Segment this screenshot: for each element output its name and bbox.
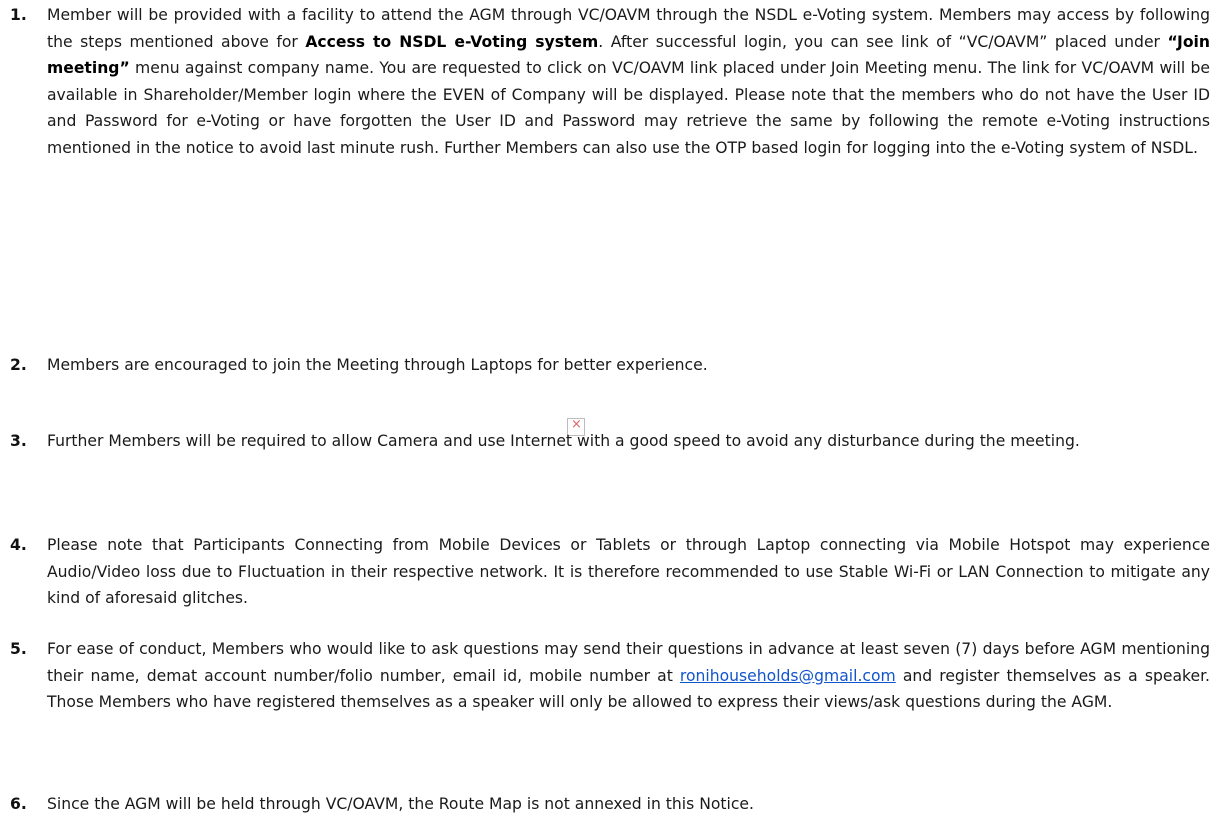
list-number: 2. xyxy=(10,356,27,374)
list-item-text: Please note that Participants Connecting… xyxy=(47,536,1210,607)
bold-access-nsdl: Access to NSDL e-Voting system xyxy=(305,32,599,51)
list-item-text: Since the AGM will be held through VC/OA… xyxy=(47,795,754,813)
list-number: 5. xyxy=(10,640,27,658)
list-number: 4. xyxy=(10,536,27,554)
list-number: 3. xyxy=(10,432,27,450)
list-item-2: 2. Members are encouraged to join the Me… xyxy=(10,352,1210,379)
list-number: 1. xyxy=(10,6,27,24)
email-link[interactable]: ronihouseholds@gmail.com xyxy=(680,667,896,685)
notice-document: 1. Member will be provided with a facili… xyxy=(0,0,1217,826)
text-segment: menu against company name. You are reque… xyxy=(47,59,1210,157)
list-item-3: 3. Further Members will be required to a… xyxy=(10,428,1210,455)
list-item-text: Members are encouraged to join the Meeti… xyxy=(47,356,708,374)
list-item-6: 6. Since the AGM will be held through VC… xyxy=(10,791,1210,818)
list-item-text: Member will be provided with a facility … xyxy=(47,2,1210,161)
list-number: 6. xyxy=(10,795,27,813)
list-item-5: 5. For ease of conduct, Members who woul… xyxy=(10,636,1210,716)
list-item-1: 1. Member will be provided with a facili… xyxy=(10,2,1210,161)
list-item-text: Further Members will be required to allo… xyxy=(47,432,1080,450)
text-segment: . After successful login, you can see li… xyxy=(598,32,1168,51)
list-item-text: For ease of conduct, Members who would l… xyxy=(47,636,1210,716)
list-item-4: 4. Please note that Participants Connect… xyxy=(10,532,1210,612)
